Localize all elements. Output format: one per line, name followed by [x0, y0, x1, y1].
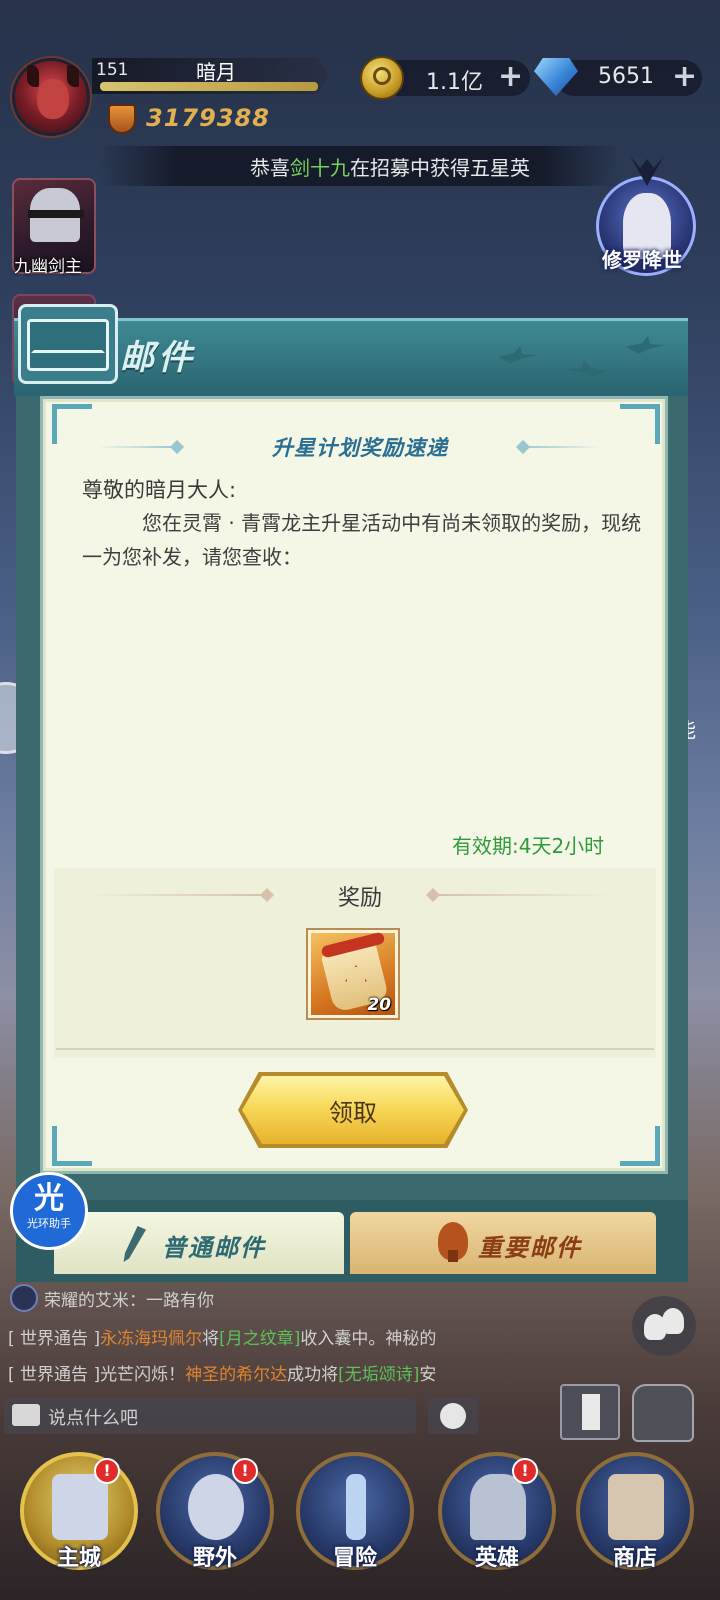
- friends-icon: [662, 1308, 684, 1334]
- shop-stall-icon: [608, 1474, 664, 1540]
- frame-corner: [620, 1126, 660, 1166]
- ticker-text: 恭喜剑十九在招募中获得五星英: [250, 156, 530, 180]
- chat-user-avatar: [10, 1284, 38, 1312]
- sword-icon: [346, 1474, 366, 1540]
- nav-adventure-label: 冒险: [332, 1546, 377, 1571]
- chat-bubble-icon: [12, 1404, 40, 1426]
- notification-badge: !: [232, 1458, 258, 1484]
- reward-item-scroll[interactable]: 20: [308, 930, 398, 1018]
- nav-shop-label: 商店: [612, 1546, 657, 1571]
- player-level: 151: [96, 60, 129, 80]
- chat-message-3[interactable]: [ 世界通告 ]光芒闪烁！神圣的希尔达成功将[无垢颂诗]安: [8, 1360, 480, 1385]
- helper-icon-glyph: 光: [34, 1181, 64, 1216]
- nav-wild-label: 野外: [192, 1546, 237, 1571]
- backpack-button[interactable]: [632, 1384, 694, 1442]
- podium-icon: [582, 1394, 600, 1430]
- frame-corner: [52, 1126, 92, 1166]
- announcement-ticker: 恭喜剑十九在招募中获得五星英: [100, 146, 620, 186]
- ranking-button[interactable]: [560, 1384, 620, 1440]
- player-avatar[interactable]: [12, 58, 90, 136]
- helper-assistant-button[interactable]: 光 光环助手: [10, 1172, 88, 1250]
- chat-message-1[interactable]: 荣耀的艾米：一路有你: [44, 1286, 444, 1311]
- emoji-button[interactable]: [428, 1398, 478, 1434]
- event-badge-label: 修罗降世: [602, 248, 682, 272]
- friends-button[interactable]: [632, 1296, 696, 1356]
- coin-amount: 1.1亿: [426, 70, 483, 95]
- nav-main-city-label: 主城: [56, 1546, 101, 1571]
- mail-subject: 升星计划奖励速递: [272, 436, 448, 460]
- ticker-player: 剑十九: [290, 156, 350, 180]
- tab-important-mail-label: 重要邮件: [478, 1234, 582, 1262]
- hero-portrait-label: 九幽剑主: [14, 257, 82, 277]
- helper-label: 光环助手: [27, 1217, 71, 1230]
- add-gems-button[interactable]: +: [672, 62, 697, 92]
- knight-helmet-icon: [470, 1474, 526, 1540]
- mail-body: 您在灵霄 · 青霄龙主升星活动中有尚未领取的奖励，现统一为您补发，请您查收：: [82, 511, 642, 569]
- mail-greeting: 尊敬的暗月大人:: [82, 478, 237, 502]
- power-shield-icon: [108, 104, 136, 134]
- avatar-horn: [27, 65, 39, 87]
- add-coins-button[interactable]: +: [498, 62, 523, 92]
- avatar-horn: [67, 65, 79, 87]
- reward-bottom-divider: [56, 1048, 654, 1050]
- portal-icon: [188, 1474, 244, 1540]
- chat-message-2[interactable]: [ 世界通告 ]永冻海玛佩尔将[月之纹章]收入囊中。神秘的: [8, 1324, 480, 1349]
- notification-badge: !: [512, 1458, 538, 1484]
- castle-icon: [52, 1474, 108, 1540]
- chat-input[interactable]: 说点什么吧: [4, 1398, 416, 1434]
- coin-icon: [360, 56, 404, 100]
- claim-button[interactable]: 领取: [242, 1076, 464, 1144]
- hot-air-balloon-icon: [438, 1222, 468, 1262]
- reward-item-count: 20: [367, 995, 391, 1015]
- envelope-icon: [18, 304, 118, 384]
- smiley-icon: [440, 1403, 466, 1429]
- reward-label: 奖励: [337, 886, 382, 911]
- mail-expiry: 有效期:4天2小时: [452, 834, 605, 858]
- mail-window-title: 邮件: [120, 338, 196, 378]
- avatar-face: [37, 79, 69, 119]
- exp-bar-fill: [100, 82, 318, 91]
- notification-badge: !: [94, 1458, 120, 1484]
- player-name: 暗月: [196, 60, 236, 84]
- power-value: 3179388: [146, 104, 270, 132]
- nav-heroes-label: 英雄: [474, 1546, 519, 1571]
- gem-amount: 5651: [598, 64, 654, 89]
- hero-blindfold: [28, 210, 84, 218]
- tab-normal-mail-label: 普通邮件: [162, 1234, 266, 1262]
